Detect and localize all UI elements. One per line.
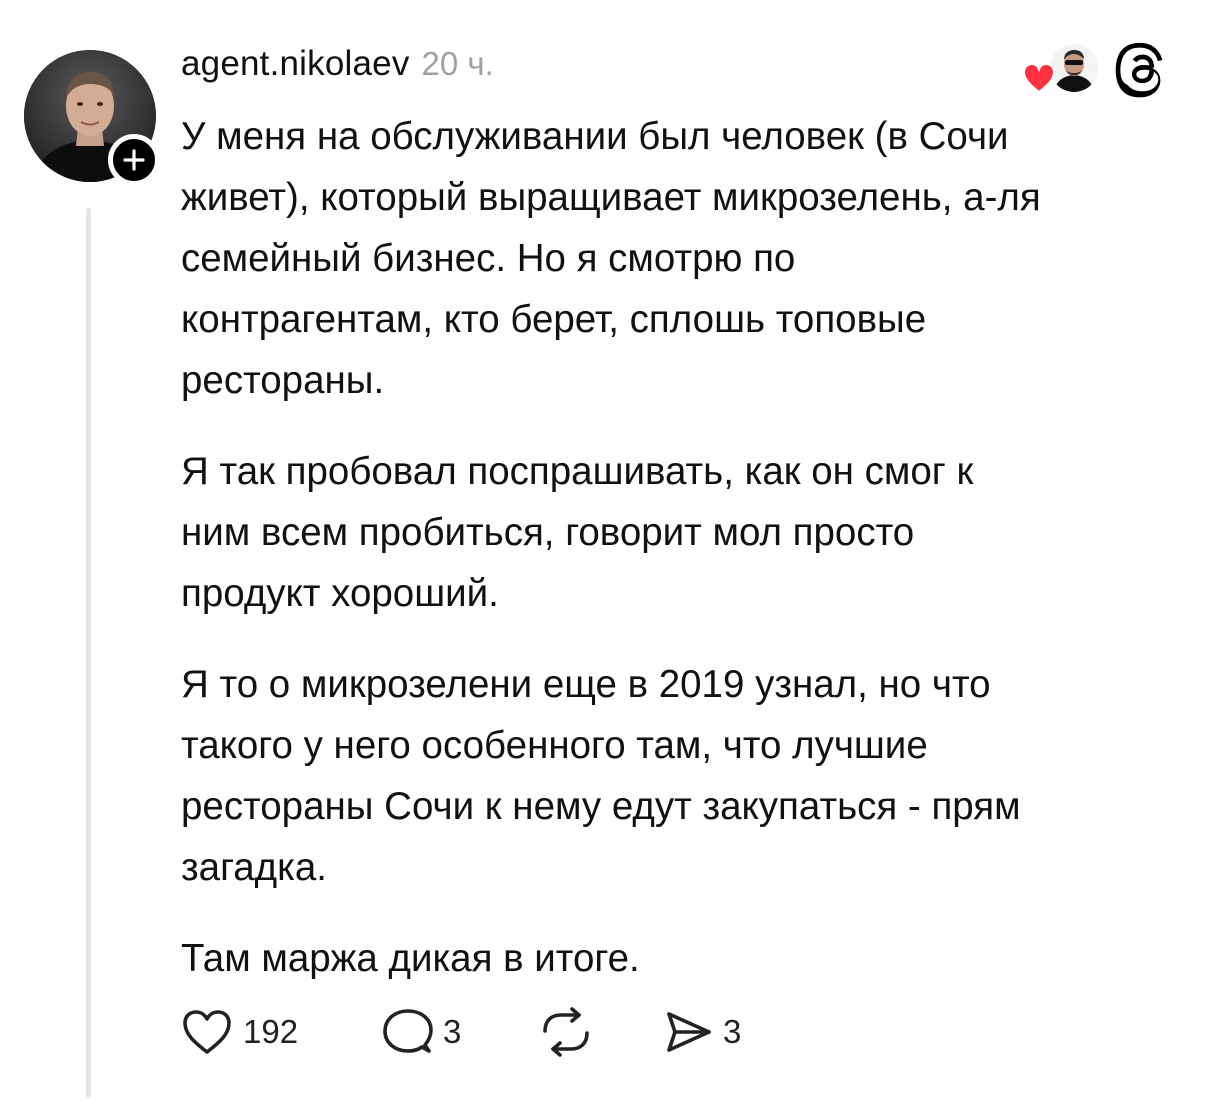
post-timestamp: 20 ч. — [421, 45, 494, 82]
liked-by-avatar — [1050, 44, 1098, 92]
heart-icon — [1022, 62, 1056, 94]
reply-button[interactable]: 3 — [381, 1007, 539, 1057]
repost-button[interactable] — [539, 1007, 663, 1057]
paper-plane-icon — [667, 1012, 711, 1052]
reply-count: 3 — [443, 1013, 462, 1050]
post-actions: 192 3 3 — [181, 1004, 741, 1060]
post-paragraph: Я то о микрозелени еще в 2019 узнал, но … — [181, 663, 1021, 889]
post-paragraph: Я так пробовал поспрашивать, как он смог… — [181, 450, 974, 615]
share-button[interactable]: 3 — [663, 1008, 741, 1056]
post-paragraph: Там маржа дикая в итоге. — [181, 937, 640, 980]
post-paragraph: У меня на обслуживании был человек (в Со… — [181, 115, 1041, 402]
share-count: 3 — [723, 1013, 742, 1050]
follow-button[interactable] — [108, 134, 160, 186]
liked-by-indicator[interactable] — [1020, 42, 1098, 96]
heart-outline-icon — [183, 1010, 231, 1054]
repost-icon — [543, 1007, 589, 1057]
thread-line — [86, 208, 91, 1098]
plus-icon — [123, 149, 145, 171]
like-button[interactable]: 192 — [181, 1008, 381, 1056]
thread-post: agent.nikolaev 20 ч. У меня на обслужива… — [0, 0, 1205, 1103]
speech-bubble-icon — [383, 1009, 433, 1053]
post-header: agent.nikolaev 20 ч. — [181, 44, 494, 94]
post-body: У меня на обслуживании был человек (в Со… — [181, 106, 1181, 1019]
threads-logo-icon[interactable] — [1115, 40, 1169, 98]
username-link[interactable]: agent.nikolaev — [181, 44, 410, 84]
like-count: 192 — [243, 1013, 299, 1050]
